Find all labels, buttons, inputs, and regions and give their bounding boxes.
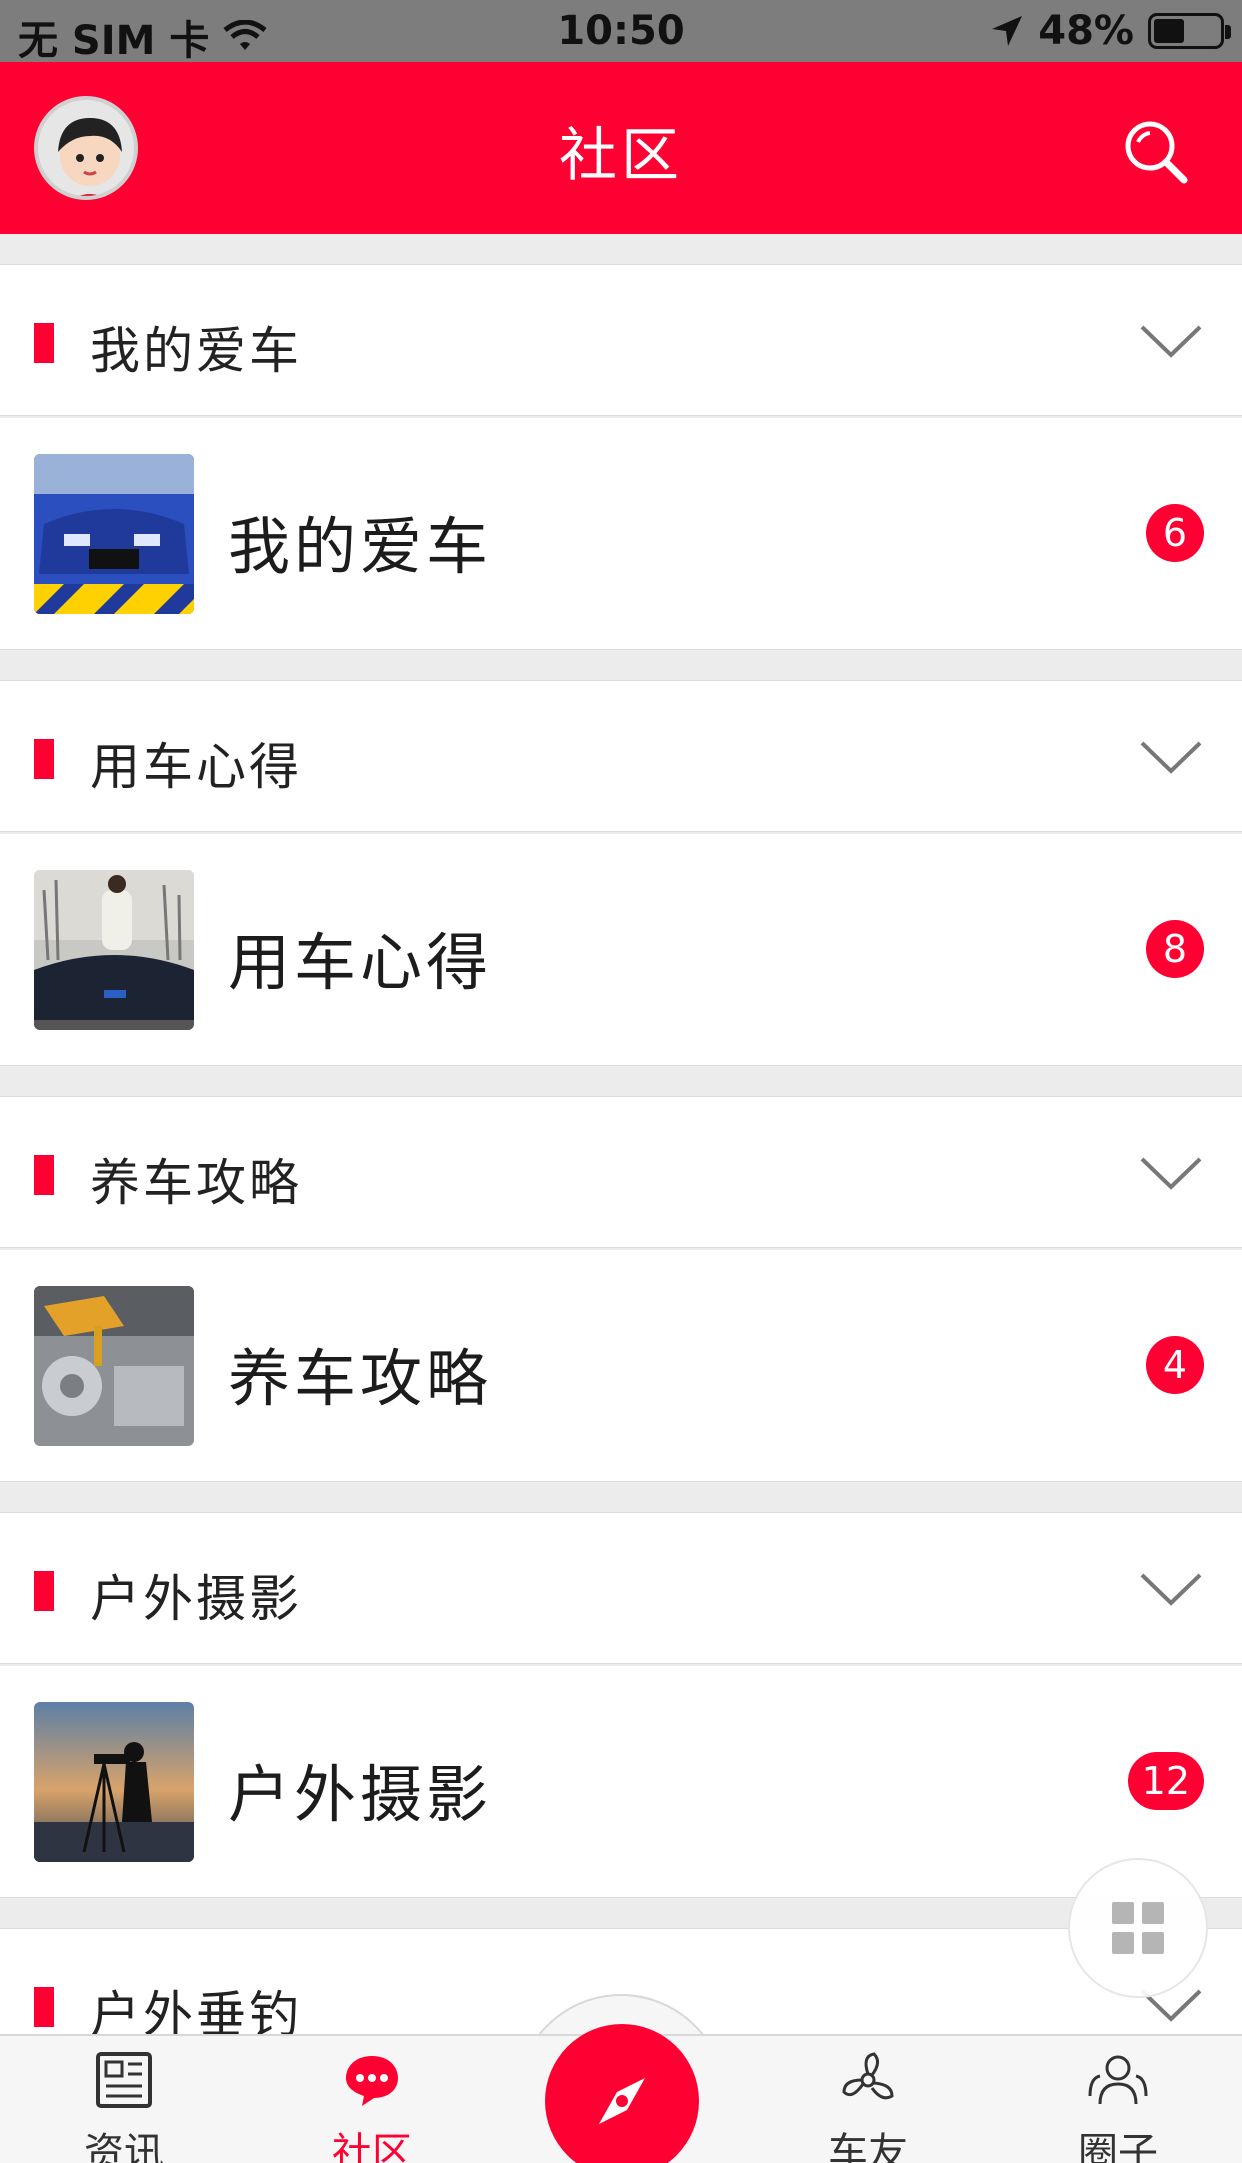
post-count-badge: 12 (1127, 1752, 1204, 1810)
forum-thumbnail (34, 870, 194, 1030)
chevron-down-icon[interactable] (1138, 1567, 1204, 1611)
tab-community[interactable]: 社区 (292, 2048, 452, 2163)
section-my-car: 我的爱车 我的爱车 6 (0, 264, 1242, 650)
grid-icon (1112, 1902, 1164, 1954)
tab-circles[interactable]: 圈子 (1038, 2048, 1198, 2163)
section-title: 户外垂钓 (90, 1986, 302, 2034)
forum-name: 我的爱车 (228, 510, 493, 583)
chevron-down-icon[interactable] (1138, 735, 1204, 779)
post-count-badge: 8 (1146, 920, 1204, 978)
battery-level (1154, 19, 1184, 43)
section-title: 用车心得 (90, 738, 302, 796)
forum-name: 用车心得 (228, 926, 493, 999)
section-header[interactable]: 我的爱车 (0, 264, 1242, 416)
newspaper-icon (96, 2052, 152, 2108)
app-header: 社区 (0, 62, 1242, 234)
forum-list: 我的爱车 我的爱车 6 用车心得 用车心得 8 养车攻略 养车攻略 4 户外摄影… (0, 234, 1242, 2034)
battery-percent: 48% (1038, 8, 1134, 54)
tab-label: 资讯 (84, 2130, 164, 2163)
tab-label: 圈子 (1078, 2130, 1158, 2163)
forum-thumbnail (34, 1702, 194, 1862)
chat-bubble-icon (346, 2056, 398, 2106)
tab-label: 车友 (828, 2130, 908, 2163)
section-title: 我的爱车 (90, 322, 302, 380)
section-car-maintenance: 养车攻略 养车攻略 4 (0, 1096, 1242, 1482)
forum-thumbnail (34, 1286, 194, 1446)
forum-name: 户外摄影 (228, 1758, 493, 1831)
section-title: 养车攻略 (90, 1154, 302, 1212)
forum-thumbnail (34, 454, 194, 614)
community-screen: 无 SIM 卡 10:50 48% 社区 我的爱车 我的爱车 6 用车心得 用车… (0, 0, 1242, 2163)
forum-item-car-experience[interactable]: 用车心得 8 (0, 834, 1242, 1066)
section-outdoor-photography: 户外摄影 户外摄影 12 (0, 1512, 1242, 1898)
people-icon (1088, 2055, 1148, 2105)
compass-icon (599, 2078, 645, 2124)
forum-item-my-car[interactable]: 我的爱车 6 (0, 418, 1242, 650)
forum-item-car-maintenance[interactable]: 养车攻略 4 (0, 1250, 1242, 1482)
tab-news[interactable]: 资讯 (44, 2048, 204, 2163)
fan-icon (842, 2052, 894, 2100)
forum-item-outdoor-photography[interactable]: 户外摄影 12 (0, 1666, 1242, 1898)
forum-name: 养车攻略 (228, 1342, 493, 1415)
tab-label: 社区 (332, 2130, 412, 2163)
post-count-badge: 4 (1146, 1336, 1204, 1394)
location-arrow-icon (992, 16, 1023, 46)
section-header[interactable]: 户外摄影 (0, 1512, 1242, 1664)
section-car-experience: 用车心得 用车心得 8 (0, 680, 1242, 1066)
chevron-down-icon[interactable] (1138, 319, 1204, 363)
battery-icon (1148, 13, 1231, 49)
chevron-down-icon[interactable] (1138, 1151, 1204, 1195)
tab-car-friends[interactable]: 车友 (788, 2048, 948, 2163)
page-title: 社区 (558, 121, 683, 189)
grid-menu-button[interactable] (1068, 1858, 1208, 1998)
section-header[interactable]: 养车攻略 (0, 1096, 1242, 1248)
search-icon[interactable] (1122, 118, 1190, 186)
post-count-badge: 6 (1146, 504, 1204, 562)
section-title: 户外摄影 (90, 1570, 302, 1628)
status-bar: 无 SIM 卡 10:50 48% (0, 0, 1242, 64)
section-header[interactable]: 用车心得 (0, 680, 1242, 832)
